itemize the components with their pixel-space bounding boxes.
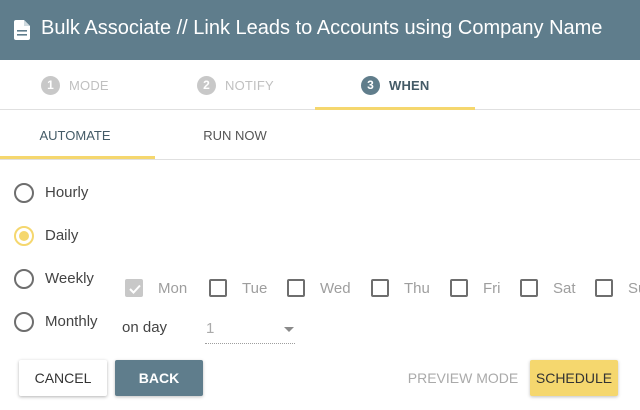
page-title: Bulk Associate // Link Leads to Accounts… [41, 17, 603, 39]
weekday-thu[interactable]: Thu [371, 279, 430, 297]
radio-label-monthly[interactable]: Monthly [45, 313, 98, 330]
schedule-button[interactable]: SCHEDULE [530, 360, 618, 396]
weekday-fri[interactable]: Fri [450, 279, 501, 297]
checkbox-sun[interactable] [595, 279, 613, 297]
weekday-label: Wed [320, 279, 351, 297]
weekday-label: Su [628, 279, 640, 297]
checkbox-mon[interactable] [125, 279, 143, 297]
step-number: 1 [41, 75, 60, 95]
radio-label-daily[interactable]: Daily [45, 227, 78, 244]
stepper: 1 MODE 2 NOTIFY 3 WHEN [0, 60, 640, 110]
weekday-label: Fri [483, 279, 501, 297]
step-number: 2 [197, 75, 216, 95]
on-day-label: on day [122, 319, 168, 336]
radio-monthly[interactable] [14, 312, 34, 332]
step-notify[interactable]: 2 NOTIFY [197, 60, 274, 110]
radio-weekly[interactable] [14, 269, 34, 289]
dropdown-arrow-icon [284, 327, 294, 332]
step-label: NOTIFY [225, 77, 274, 93]
day-of-month-value: 1 [206, 320, 215, 337]
weekday-mon[interactable]: Mon [125, 279, 187, 297]
weekday-wed[interactable]: Wed [287, 279, 351, 297]
weekday-label: Tue [242, 279, 268, 297]
document-icon [14, 20, 30, 40]
checkbox-fri[interactable] [450, 279, 468, 297]
back-button[interactable]: BACK [115, 360, 203, 396]
tab-run-now[interactable]: RUN NOW [160, 110, 310, 160]
radio-daily[interactable] [14, 226, 34, 246]
tab-bar: AUTOMATE RUN NOW [0, 110, 640, 160]
step-label: MODE [69, 77, 109, 93]
cancel-button[interactable]: CANCEL [19, 360, 107, 396]
tab-automate[interactable]: AUTOMATE [0, 110, 150, 160]
checkbox-thu[interactable] [371, 279, 389, 297]
radio-label-weekly[interactable]: Weekly [45, 270, 94, 287]
radio-hourly[interactable] [14, 183, 34, 203]
weekday-tue[interactable]: Tue [209, 279, 267, 297]
check-icon [129, 284, 141, 294]
checkbox-wed[interactable] [287, 279, 305, 297]
app-header: Bulk Associate // Link Leads to Accounts… [0, 0, 640, 60]
weekday-label: Mon [158, 279, 188, 297]
step-number: 3 [361, 75, 380, 95]
checkbox-sat[interactable] [520, 279, 538, 297]
step-label: WHEN [389, 77, 430, 93]
day-of-month-select[interactable]: 1 [205, 318, 295, 344]
step-mode[interactable]: 1 MODE [41, 60, 109, 110]
step-when[interactable]: 3 WHEN [361, 60, 430, 110]
checkbox-tue[interactable] [209, 279, 227, 297]
preview-mode-button[interactable]: PREVIEW MODE [405, 360, 521, 396]
weekday-label: Thu [404, 279, 430, 297]
weekday-label: Sat [553, 279, 576, 297]
weekday-sat[interactable]: Sat [520, 279, 576, 297]
radio-label-hourly[interactable]: Hourly [45, 184, 88, 201]
active-tab-indicator [0, 156, 155, 159]
weekday-sun[interactable]: Su [595, 279, 640, 297]
